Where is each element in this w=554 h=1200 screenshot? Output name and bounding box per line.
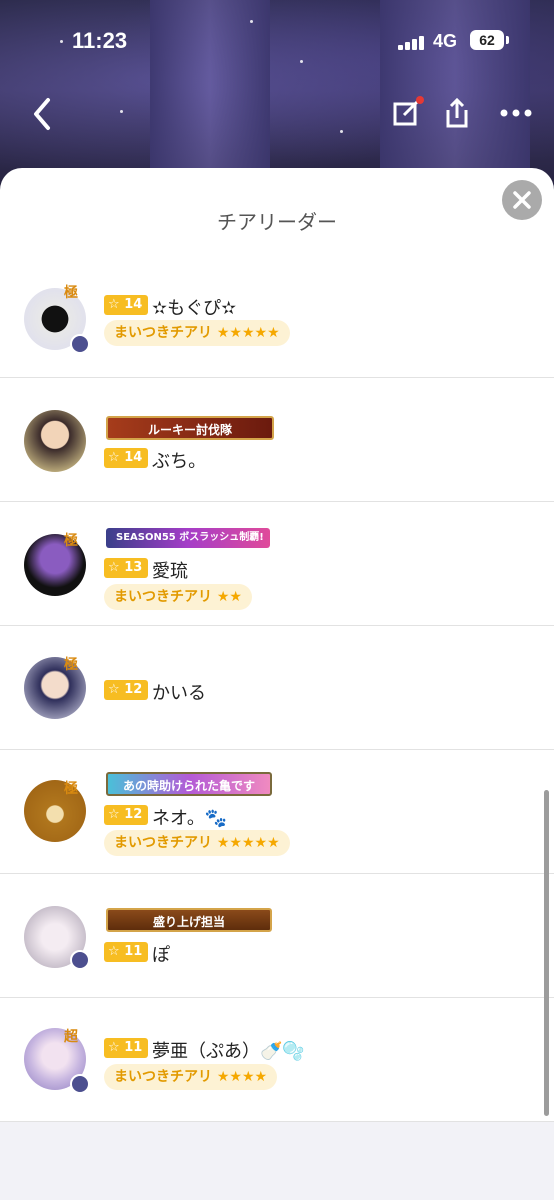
rank-mark: 極 bbox=[64, 657, 78, 673]
title-banner: 盛り上げ担当 bbox=[106, 908, 272, 932]
member-name: ✫もぐぴ✫ bbox=[152, 298, 237, 319]
share-button[interactable] bbox=[440, 96, 474, 130]
list-item[interactable]: 超 ☆ 11 夢亜（ぷあ）🍼🫧 まいつきチアリ ★★★★ bbox=[0, 998, 554, 1122]
rank-mark: 極 bbox=[64, 285, 78, 301]
top-nav bbox=[0, 90, 554, 140]
signal-icon bbox=[398, 36, 426, 50]
tag-stars: ★★ bbox=[216, 589, 242, 605]
list-item[interactable]: 極 ☆ 14 ✫もぐぴ✫ まいつきチアリ ★★★★★ bbox=[0, 254, 554, 378]
close-icon bbox=[513, 191, 531, 209]
monthly-cheer-tag: まいつきチアリ ★★ bbox=[104, 584, 252, 610]
rank-mark: 超 bbox=[64, 1029, 78, 1045]
level-badge: ☆ 11 bbox=[104, 1038, 149, 1058]
cheer-mark-icon bbox=[70, 334, 90, 354]
list-item[interactable]: 盛り上げ担当 ☆ 11 ぽ bbox=[0, 874, 554, 998]
scrollbar[interactable] bbox=[544, 790, 549, 1116]
member-name: 夢亜（ぷあ）🍼🫧 bbox=[152, 1041, 305, 1062]
cheer-mark-icon bbox=[70, 950, 90, 970]
sheet-title: チアリーダー bbox=[217, 210, 337, 234]
member-name: ネオ。🐾 bbox=[152, 808, 228, 829]
tag-stars: ★★★★★ bbox=[216, 325, 280, 341]
rank-mark: 極 bbox=[64, 781, 78, 797]
member-name: ぽ bbox=[152, 945, 170, 966]
monthly-cheer-tag: まいつきチアリ ★★★★★ bbox=[104, 320, 290, 346]
network-type: 4G bbox=[433, 31, 458, 51]
title-banner: あの時助けられた亀です bbox=[106, 772, 272, 796]
list-item[interactable]: ルーキー討伐隊 ☆ 14 ぶち。 bbox=[0, 378, 554, 502]
share-icon bbox=[446, 97, 468, 128]
rank-mark: 極 bbox=[64, 533, 78, 549]
compose-icon bbox=[393, 96, 424, 126]
level-badge: ☆ 14 bbox=[104, 295, 149, 315]
battery-icon: 62 bbox=[470, 30, 509, 50]
more-button[interactable] bbox=[496, 96, 536, 130]
back-button[interactable] bbox=[28, 94, 58, 134]
monthly-cheer-tag: まいつきチアリ ★★★★★ bbox=[104, 830, 290, 856]
level-badge: ☆ 12 bbox=[104, 680, 149, 700]
monthly-cheer-tag: まいつきチアリ ★★★★ bbox=[104, 1064, 278, 1090]
level-badge: ☆ 13 bbox=[104, 558, 149, 578]
avatar[interactable] bbox=[24, 410, 86, 472]
cheerleader-sheet: チアリーダー 極 ☆ 14 ✫もぐぴ✫ まいつきチアリ ★★★★★ ルーキー討伐… bbox=[0, 168, 554, 1200]
status-time: 11:23 bbox=[72, 28, 128, 53]
member-name: ぶち。 bbox=[152, 451, 207, 472]
tag-stars: ★★★★★ bbox=[216, 835, 280, 851]
edit-button[interactable] bbox=[390, 96, 424, 130]
close-button[interactable] bbox=[502, 180, 542, 220]
level-badge: ☆ 12 bbox=[104, 805, 149, 825]
level-badge: ☆ 14 bbox=[104, 448, 149, 468]
member-name: 愛琉 bbox=[152, 561, 188, 582]
list-item[interactable]: 極 あの時助けられた亀です ☆ 12 ネオ。🐾 まいつきチアリ ★★★★★ bbox=[0, 750, 554, 874]
tag-stars: ★★★★ bbox=[216, 1069, 268, 1085]
member-name: かいる bbox=[152, 683, 206, 704]
status-bar: 11:23 4G 62 bbox=[0, 0, 554, 84]
title-banner: ルーキー討伐隊 bbox=[106, 416, 274, 440]
cheer-mark-icon bbox=[70, 1074, 90, 1094]
title-banner: SEASON55 ボスラッシュ制覇! bbox=[106, 528, 270, 548]
list-item[interactable]: 極 SEASON55 ボスラッシュ制覇! ☆ 13 愛琉 まいつきチアリ ★★ bbox=[0, 502, 554, 626]
sheet-footer bbox=[0, 1122, 554, 1200]
level-badge: ☆ 11 bbox=[104, 942, 149, 962]
chevron-left-icon bbox=[34, 98, 50, 130]
member-list: 極 ☆ 14 ✫もぐぴ✫ まいつきチアリ ★★★★★ ルーキー討伐隊 ☆ 14 … bbox=[0, 254, 554, 1122]
list-item[interactable]: 極 ☆ 12 かいる bbox=[0, 626, 554, 750]
ellipsis-icon bbox=[500, 109, 532, 117]
